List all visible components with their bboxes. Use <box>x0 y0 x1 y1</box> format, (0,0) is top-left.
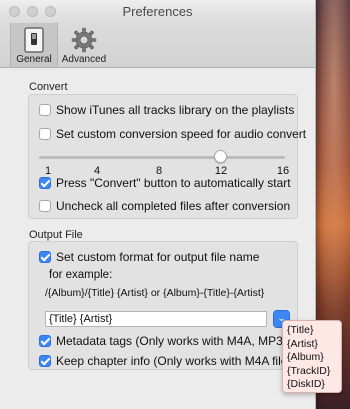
tab-advanced[interactable]: Advanced <box>60 23 108 67</box>
output-group: Set custom format for output file name f… <box>28 241 311 370</box>
tab-general-label: General <box>16 54 52 65</box>
token-menu-item[interactable]: {Artist} <box>287 338 341 352</box>
show-itunes-checkbox[interactable] <box>39 104 51 116</box>
example-value: /{Album}/{Title} {Artist} or {Album}-{Ti… <box>45 287 265 299</box>
window-title: Preferences <box>122 4 193 19</box>
chapter-label: Keep chapter info (Only works with M4A f… <box>56 354 298 368</box>
custom-format-option[interactable]: Set custom format for output file name <box>39 250 259 264</box>
output-section-label: Output File <box>29 229 83 241</box>
press-convert-checkbox[interactable] <box>39 177 51 189</box>
format-input[interactable]: {Title} {Artist} <box>45 311 267 327</box>
token-menu: {Title} {Artist} {Album} {TrackID} {Disk… <box>282 320 342 393</box>
chapter-option[interactable]: Keep chapter info (Only works with M4A f… <box>39 354 297 368</box>
metadata-label: Metadata tags (Only works with M4A, MP3 … <box>56 334 312 348</box>
preferences-window: Preferences General Advanced Convert Sho… <box>0 0 316 409</box>
tab-general[interactable]: General <box>10 23 58 67</box>
uncheck-completed-label: Uncheck all completed files after conver… <box>56 199 291 213</box>
metadata-checkbox[interactable] <box>39 335 51 347</box>
token-menu-item[interactable]: {TrackID} <box>287 365 341 379</box>
token-menu-item[interactable]: {Title} <box>287 324 341 338</box>
example-label: for example: <box>49 269 113 281</box>
press-convert-option[interactable]: Press "Convert" button to automatically … <box>39 176 291 190</box>
custom-speed-option[interactable]: Set custom conversion speed for audio co… <box>39 127 306 141</box>
token-menu-item[interactable]: {DiskID} <box>287 378 341 392</box>
show-itunes-label: Show iTunes all tracks library on the pl… <box>56 103 295 117</box>
custom-format-label: Set custom format for output file name <box>56 250 260 264</box>
gear-icon <box>71 27 97 53</box>
press-convert-label: Press "Convert" button to automatically … <box>56 176 291 190</box>
custom-speed-checkbox[interactable] <box>39 128 51 140</box>
uncheck-completed-checkbox[interactable] <box>39 200 51 212</box>
show-itunes-option[interactable]: Show iTunes all tracks library on the pl… <box>39 103 294 117</box>
preferences-toolbar: General Advanced <box>0 22 315 68</box>
uncheck-completed-option[interactable]: Uncheck all completed files after conver… <box>39 199 290 213</box>
title-bar: Preferences <box>0 0 315 22</box>
custom-speed-label: Set custom conversion speed for audio co… <box>56 127 307 141</box>
custom-format-checkbox[interactable] <box>39 251 51 263</box>
token-menu-item[interactable]: {Album} <box>287 351 341 365</box>
tab-advanced-label: Advanced <box>61 54 107 65</box>
speed-slider-track[interactable] <box>39 156 285 159</box>
convert-section-label: Convert <box>29 81 68 93</box>
speed-slider-thumb[interactable] <box>214 150 227 163</box>
metadata-option[interactable]: Metadata tags (Only works with M4A, MP3 … <box>39 334 311 348</box>
convert-group: Show iTunes all tracks library on the pl… <box>28 94 306 219</box>
switch-icon <box>24 27 44 53</box>
chapter-checkbox[interactable] <box>39 355 51 367</box>
